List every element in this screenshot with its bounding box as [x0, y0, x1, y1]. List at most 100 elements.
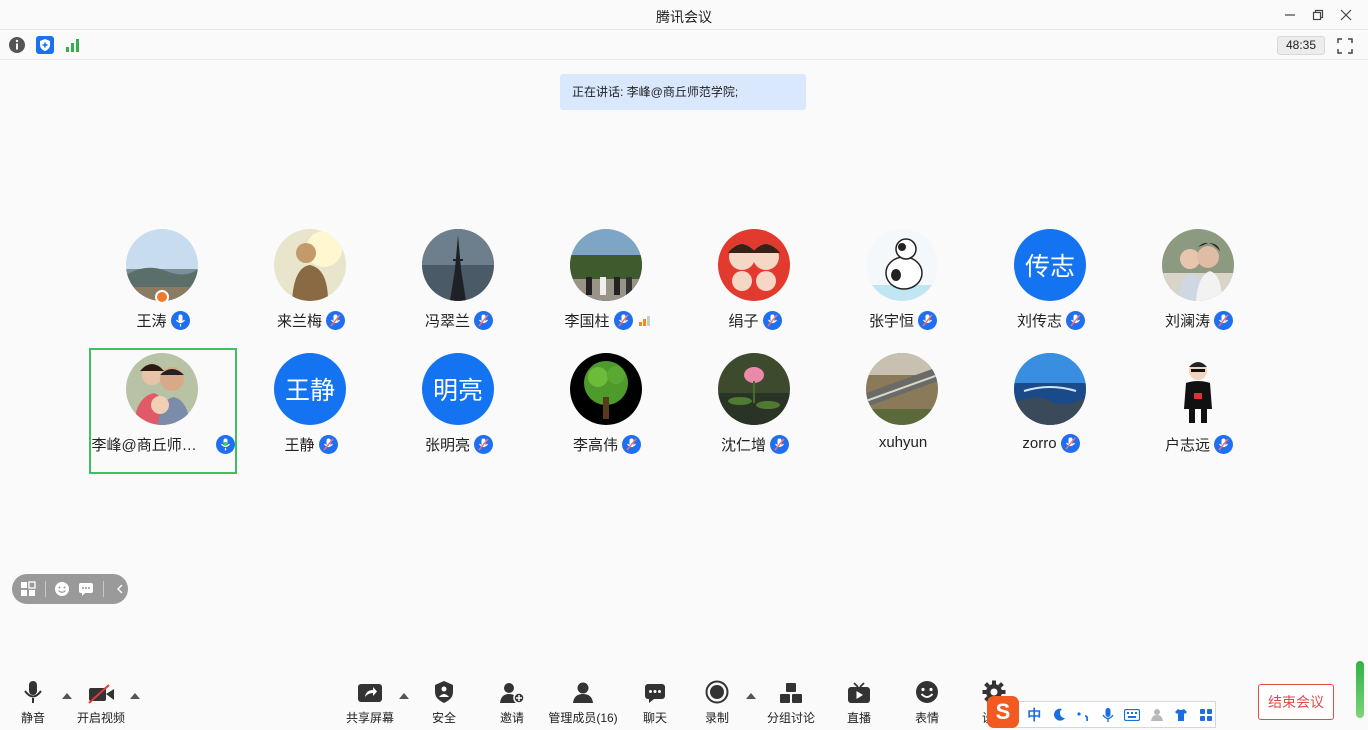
layout-button[interactable] — [20, 580, 37, 598]
mic-muted-icon — [474, 311, 493, 330]
participant-name: 绢子 — [728, 313, 759, 330]
participant-tile[interactable]: 来兰梅 — [237, 224, 385, 350]
participant-tile[interactable]: 王静 王静 — [237, 348, 385, 474]
mic-muted-icon — [622, 435, 641, 454]
meeting-info-button[interactable] — [8, 36, 26, 54]
participant-name: zorro — [1022, 435, 1057, 452]
participant-tile[interactable]: zorro — [977, 348, 1125, 474]
members-label: 管理成员(16) — [548, 711, 618, 725]
mic-muted-icon — [1214, 435, 1233, 454]
participant-name: xuhyun — [878, 434, 928, 451]
live-stream-button[interactable]: 直播 — [824, 676, 894, 730]
mic-muted-icon — [762, 311, 782, 330]
ime-toolbox-button[interactable] — [1197, 705, 1216, 725]
participant-tile[interactable]: 刘澜涛 — [1125, 224, 1273, 350]
microphone-icon — [1102, 707, 1114, 722]
microphone-icon — [24, 681, 42, 703]
participant-tile[interactable]: 李国柱 — [533, 224, 681, 350]
share-screen-icon — [358, 684, 382, 702]
ime-halfwidth-toggle[interactable] — [1050, 705, 1069, 725]
volume-level-indicator — [1356, 661, 1364, 718]
meeting-timer: 48:35 — [1277, 36, 1325, 55]
chevron-left-icon — [116, 584, 123, 594]
share-options-caret[interactable] — [399, 692, 409, 700]
participant-name: 李国柱 — [564, 313, 610, 330]
share-screen-button[interactable]: 共享屏幕 — [335, 676, 405, 730]
participant-name: 王静 — [284, 437, 315, 454]
avatar — [718, 353, 790, 425]
mic-muted-icon — [318, 435, 338, 454]
fullscreen-button[interactable] — [1335, 36, 1355, 56]
participant-tile[interactable]: xuhyun — [829, 348, 977, 474]
participant-tile[interactable]: 明亮 张明亮 — [385, 348, 533, 474]
participant-tile[interactable]: 张宇恒 — [829, 224, 977, 350]
mic-on-icon — [170, 311, 190, 330]
weak-signal-icon — [638, 315, 650, 326]
breakout-rooms-icon — [780, 683, 802, 703]
restore-icon — [1312, 9, 1324, 21]
participant-tile[interactable]: 绢子 — [681, 224, 829, 350]
breakout-label: 分组讨论 — [766, 711, 815, 725]
divider — [102, 581, 104, 597]
video-label: 开启视频 — [76, 711, 125, 725]
participant-tile[interactable]: 沈仁增 — [681, 348, 829, 474]
manage-members-button[interactable]: 管理成员(16) — [548, 676, 618, 730]
ime-language-toggle[interactable]: 中 — [1025, 705, 1044, 725]
ime-voice-button[interactable] — [1099, 705, 1118, 725]
emoji-reaction-button[interactable] — [53, 580, 70, 598]
keyboard-icon — [1124, 708, 1141, 721]
close-button[interactable] — [1334, 4, 1358, 26]
video-off-icon — [88, 684, 114, 704]
start-video-button[interactable]: 开启视频 — [66, 676, 136, 730]
avatar — [570, 229, 642, 301]
avatar — [866, 229, 938, 301]
user-icon — [1150, 708, 1163, 721]
security-label: 安全 — [431, 711, 456, 725]
chat-button[interactable]: 聊天 — [620, 676, 690, 730]
participant-tile[interactable]: 冯翠兰 — [385, 224, 533, 350]
avatar — [274, 229, 346, 301]
security-status-button[interactable] — [36, 36, 54, 54]
participant-name: 张明亮 — [424, 437, 470, 454]
share-label: 共享屏幕 — [345, 711, 394, 725]
avatar — [1014, 353, 1086, 425]
tshirt-icon — [1175, 708, 1188, 721]
collapse-button[interactable] — [111, 580, 128, 598]
moon-icon — [1053, 708, 1065, 721]
invite-button[interactable]: 邀请 — [477, 676, 547, 730]
mic-muted-icon — [613, 311, 633, 330]
ime-keyboard-button[interactable] — [1123, 705, 1142, 725]
record-button[interactable]: 录制 — [682, 676, 752, 730]
avatar — [866, 353, 938, 425]
end-meeting-button[interactable]: 结束会议 — [1258, 684, 1334, 720]
speaking-banner: 正在讲话: 李峰@商丘师范学院; — [560, 74, 806, 110]
participant-name: 刘澜涛 — [1164, 313, 1210, 330]
mute-button[interactable]: 静音 — [0, 676, 68, 730]
participant-tile[interactable]: 李高伟 — [533, 348, 681, 474]
danmaku-button[interactable] — [78, 580, 95, 598]
add-user-icon — [500, 683, 525, 704]
avatar — [1162, 353, 1234, 425]
ime-skin-button[interactable] — [1172, 705, 1191, 725]
participant-tile[interactable]: 王涛 — [89, 224, 237, 350]
sogou-logo-icon[interactable]: S — [987, 696, 1019, 728]
record-options-caret[interactable] — [746, 692, 756, 700]
ime-punctuation-toggle[interactable] — [1074, 705, 1093, 725]
record-label: 录制 — [704, 711, 729, 725]
network-status-button[interactable] — [64, 36, 82, 54]
avatar — [1162, 229, 1234, 301]
minimize-button[interactable] — [1278, 4, 1302, 26]
participant-name: 张宇恒 — [868, 313, 914, 330]
breakout-rooms-button[interactable]: 分组讨论 — [756, 676, 826, 730]
video-options-caret[interactable] — [130, 692, 140, 700]
divider — [44, 581, 46, 597]
mic-speaking-icon — [215, 435, 235, 454]
reactions-label: 表情 — [914, 711, 939, 725]
participant-tile[interactable]: 传志 刘传志 — [977, 224, 1125, 350]
ime-account-button[interactable] — [1148, 705, 1167, 725]
security-button[interactable]: 安全 — [409, 676, 479, 730]
participant-tile[interactable]: 户志远 — [1125, 348, 1273, 474]
restore-button[interactable] — [1306, 4, 1330, 26]
participant-tile-active-speaker[interactable]: 李峰@商丘师范学院 — [89, 348, 237, 474]
reactions-button[interactable]: 表情 — [892, 676, 962, 730]
